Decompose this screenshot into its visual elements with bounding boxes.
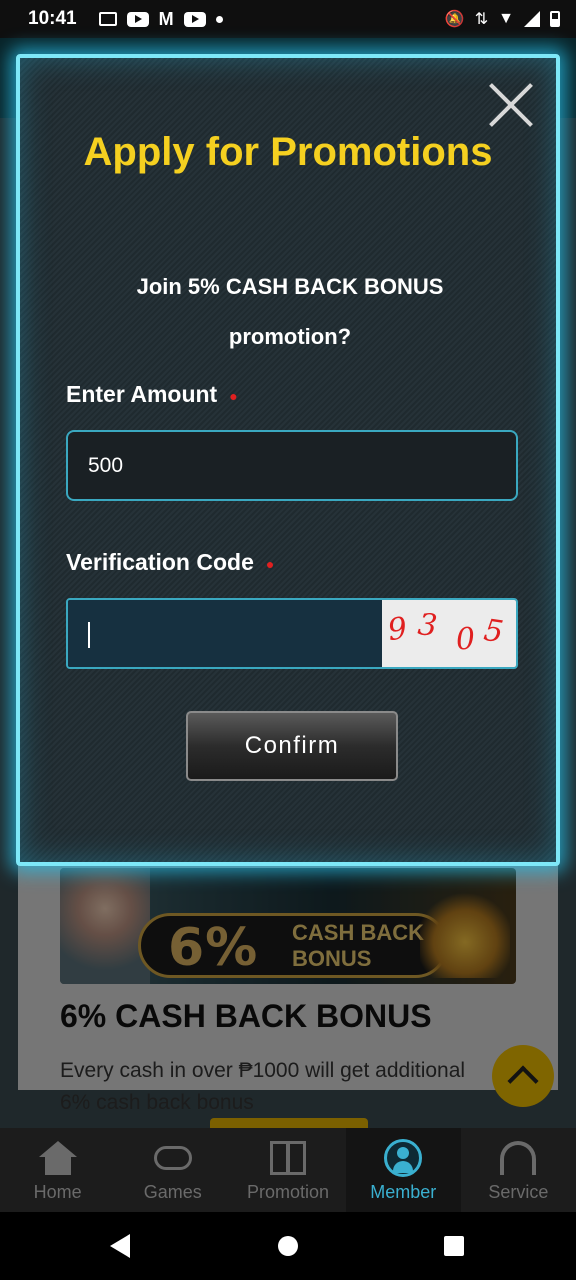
- verification-label-text: Verification Code: [66, 549, 254, 575]
- modal-title: Apply for Promotions: [83, 130, 493, 174]
- wifi-icon: ▼: [498, 10, 514, 27]
- system-navigation-bar: [0, 1212, 576, 1280]
- back-icon[interactable]: [110, 1234, 130, 1258]
- verification-field: 9 3 0 5: [66, 598, 518, 669]
- home-icon: [38, 1140, 77, 1175]
- more-notifications-icon: [215, 15, 223, 23]
- bottom-tab-bar: Home Games Promotion Member Service: [0, 1128, 576, 1212]
- headset-icon: [500, 1140, 537, 1175]
- gift-icon: [270, 1140, 306, 1175]
- captcha-digit: 9: [385, 610, 410, 649]
- system-icons: 🔕 ⇅ ▼: [445, 9, 560, 29]
- promotion-question: Join 5% CASH BACK BONUS promotion?: [136, 274, 444, 349]
- tab-label: Home: [33, 1181, 82, 1202]
- captcha-image[interactable]: 9 3 0 5: [382, 600, 516, 667]
- status-time: 10:41: [28, 8, 77, 29]
- signal-icon: [524, 11, 540, 27]
- verification-label: Verification Code ●: [66, 549, 274, 576]
- member-icon: [384, 1138, 423, 1177]
- captcha-digit: 3: [416, 607, 439, 644]
- gamepad-icon: [153, 1145, 192, 1170]
- recent-apps-icon[interactable]: [444, 1236, 464, 1256]
- confirm-button[interactable]: Confirm: [186, 711, 398, 781]
- tab-service[interactable]: Service: [461, 1128, 576, 1212]
- tab-games[interactable]: Games: [115, 1128, 230, 1212]
- data-icon: ⇅: [474, 11, 489, 28]
- captcha-digit: 0: [454, 621, 477, 658]
- battery-icon: [550, 11, 560, 27]
- tab-label: Games: [143, 1181, 202, 1202]
- mute-icon: 🔕: [444, 11, 465, 28]
- tab-label: Promotion: [246, 1181, 330, 1202]
- tab-member[interactable]: Member: [345, 1128, 461, 1212]
- amount-label-text: Enter Amount: [66, 381, 218, 407]
- tab-label: Member: [370, 1181, 437, 1202]
- tab-home[interactable]: Home: [0, 1128, 115, 1212]
- required-indicator: ●: [265, 555, 275, 572]
- captcha-digit: 5: [481, 612, 506, 651]
- home-circle-icon[interactable]: [278, 1236, 298, 1256]
- gmail-icon: M: [158, 8, 174, 29]
- notification-icons: M: [98, 8, 223, 30]
- youtube-icon: [126, 11, 149, 27]
- amount-input[interactable]: 500: [66, 430, 518, 501]
- close-icon[interactable]: [486, 80, 536, 130]
- required-indicator: ●: [229, 387, 238, 404]
- text-cursor: [88, 622, 90, 648]
- apply-promotion-modal: Apply for Promotions Join 5% CASH BACK B…: [16, 54, 560, 866]
- verification-code-input[interactable]: [68, 600, 382, 667]
- tab-label: Service: [488, 1181, 549, 1202]
- amount-label: Enter Amount ●: [66, 381, 238, 408]
- status-bar: 10:41 M 🔕 ⇅ ▼: [0, 0, 576, 38]
- tab-promotion[interactable]: Promotion: [230, 1128, 345, 1212]
- youtube-icon: [183, 11, 206, 27]
- gallery-icon: [98, 12, 117, 26]
